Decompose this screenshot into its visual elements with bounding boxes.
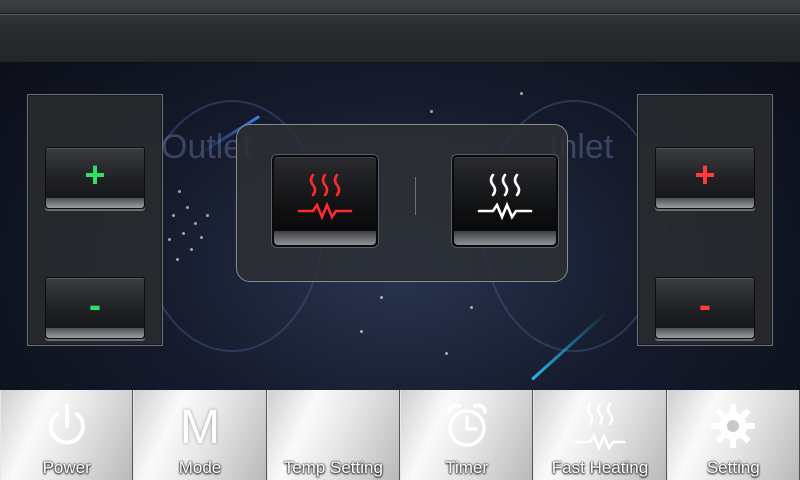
control-screen: Outlet Inlet + - + - [0, 0, 800, 480]
fast-heating-icon [574, 402, 626, 452]
heater-selector-panel [236, 124, 568, 282]
plus-icon: + [84, 154, 106, 195]
outlet-increase-button[interactable]: + [45, 147, 145, 209]
temp-setting-label: Temp Setting [283, 458, 383, 477]
setting-label: Setting [706, 458, 760, 477]
power-label: Power [42, 458, 91, 477]
fast-heating-button[interactable]: Fast Heating [533, 390, 667, 480]
plus-icon: + [694, 154, 716, 195]
outlet-decrease-button[interactable]: - [45, 277, 145, 339]
mode-label: Mode [178, 458, 222, 477]
minus-icon: - [699, 284, 711, 325]
timer-button[interactable]: Timer [399, 390, 534, 480]
fast-heating-label: Fast Heating [551, 458, 649, 477]
outlet-control-panel: + - [27, 94, 163, 346]
inlet-increase-button[interactable]: + [655, 147, 755, 209]
outlet-heater-button[interactable] [272, 155, 378, 247]
mode-m-icon: M [180, 401, 220, 454]
bottom-navigation-bar: Power M Mode Temp Setting Timer Fast Hea… [0, 390, 800, 480]
gear-icon [711, 404, 756, 448]
inlet-heater-button[interactable] [452, 155, 558, 247]
top-header-bar [0, 0, 800, 63]
minus-icon: - [89, 284, 101, 325]
timer-label: Timer [445, 458, 489, 477]
heater-icon [297, 173, 353, 221]
heater-icon [477, 173, 533, 221]
power-icon [48, 404, 85, 445]
mode-button[interactable]: M Mode [133, 390, 267, 480]
inlet-control-panel: + - [637, 94, 773, 346]
setting-button[interactable]: Setting [666, 390, 800, 480]
power-button[interactable]: Power [0, 390, 134, 480]
inlet-decrease-button[interactable]: - [655, 277, 755, 339]
alarm-clock-icon [446, 403, 487, 447]
temp-setting-button[interactable]: Temp Setting [266, 390, 400, 480]
